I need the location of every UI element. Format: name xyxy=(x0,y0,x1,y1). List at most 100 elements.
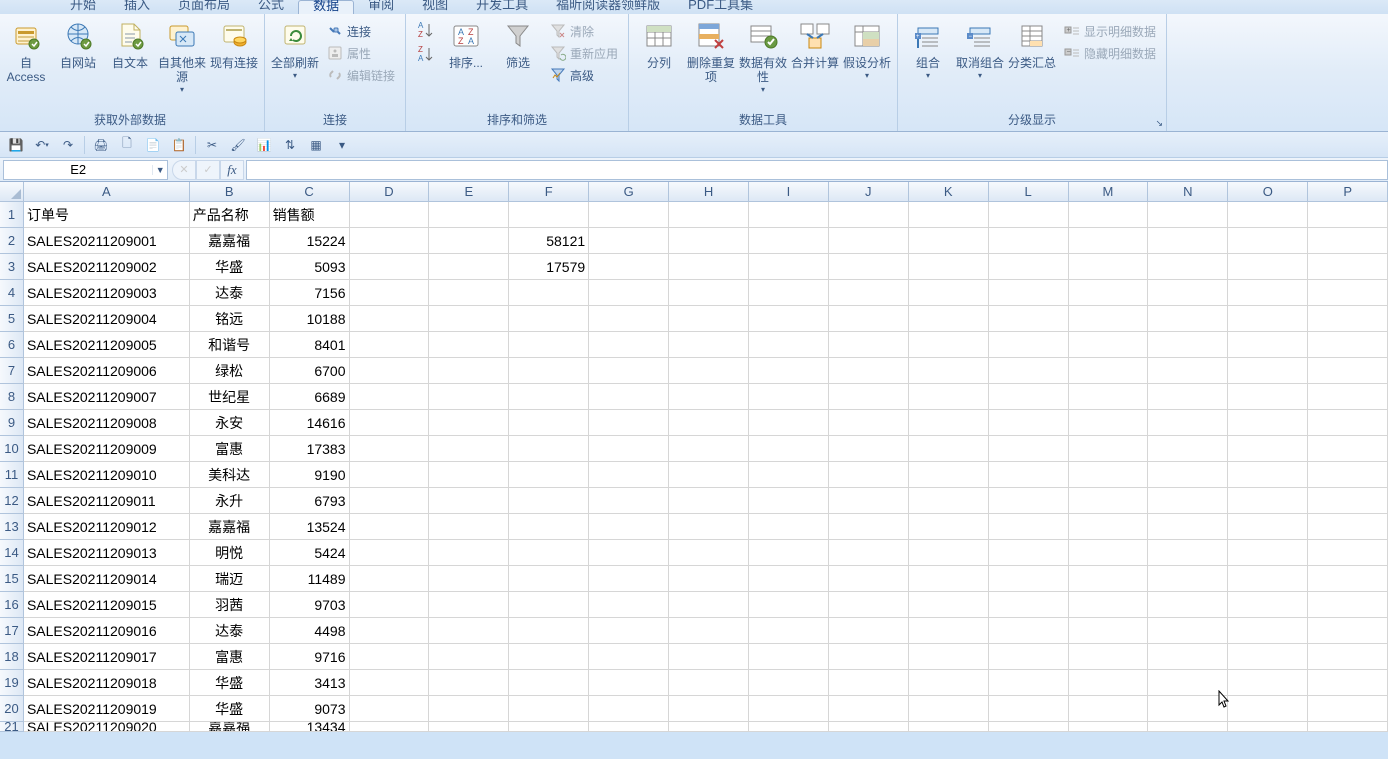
cell-I21[interactable] xyxy=(749,722,829,732)
cell-C9[interactable]: 14616 xyxy=(270,410,350,436)
cell-I16[interactable] xyxy=(749,592,829,618)
cell-E8[interactable] xyxy=(429,384,509,410)
cell-M13[interactable] xyxy=(1069,514,1149,540)
cell-K9[interactable] xyxy=(909,410,989,436)
cell-P6[interactable] xyxy=(1308,332,1388,358)
column-header-C[interactable]: C xyxy=(270,182,350,202)
row-header-5[interactable]: 5 xyxy=(0,306,24,332)
ungroup-button[interactable]: − 取消组合 ▾ xyxy=(954,16,1006,80)
tab-审阅[interactable]: 审阅 xyxy=(354,0,408,14)
consolidate-button[interactable]: 合并计算 xyxy=(789,16,841,70)
cell-K20[interactable] xyxy=(909,696,989,722)
cell-D13[interactable] xyxy=(350,514,430,540)
cell-F6[interactable] xyxy=(509,332,589,358)
cell-L17[interactable] xyxy=(989,618,1069,644)
cell-O3[interactable] xyxy=(1228,254,1308,280)
cell-B7[interactable]: 绿松 xyxy=(190,358,270,384)
cell-M15[interactable] xyxy=(1069,566,1149,592)
cell-F15[interactable] xyxy=(509,566,589,592)
clear-filter-button[interactable]: 清除 xyxy=(544,20,624,42)
cell-H18[interactable] xyxy=(669,644,749,670)
cell-N15[interactable] xyxy=(1148,566,1228,592)
cell-N6[interactable] xyxy=(1148,332,1228,358)
cell-K11[interactable] xyxy=(909,462,989,488)
cell-D9[interactable] xyxy=(350,410,430,436)
cell-J13[interactable] xyxy=(829,514,909,540)
row-header-15[interactable]: 15 xyxy=(0,566,24,592)
print-preview-icon[interactable]: 🖨 xyxy=(91,135,111,155)
cell-B12[interactable]: 永升 xyxy=(190,488,270,514)
cell-L18[interactable] xyxy=(989,644,1069,670)
cell-H3[interactable] xyxy=(669,254,749,280)
cell-J20[interactable] xyxy=(829,696,909,722)
cell-B20[interactable]: 华盛 xyxy=(190,696,270,722)
cell-M16[interactable] xyxy=(1069,592,1149,618)
cell-C10[interactable]: 17383 xyxy=(270,436,350,462)
cell-G4[interactable] xyxy=(589,280,669,306)
cell-C4[interactable]: 7156 xyxy=(270,280,350,306)
cell-L20[interactable] xyxy=(989,696,1069,722)
cell-H2[interactable] xyxy=(669,228,749,254)
cell-B10[interactable]: 富惠 xyxy=(190,436,270,462)
cell-O4[interactable] xyxy=(1228,280,1308,306)
cell-H16[interactable] xyxy=(669,592,749,618)
cell-P5[interactable] xyxy=(1308,306,1388,332)
cell-F9[interactable] xyxy=(509,410,589,436)
cell-K4[interactable] xyxy=(909,280,989,306)
properties-button[interactable]: 属性 xyxy=(321,42,401,64)
cell-D5[interactable] xyxy=(350,306,430,332)
cell-I7[interactable] xyxy=(749,358,829,384)
cell-O13[interactable] xyxy=(1228,514,1308,540)
cell-O18[interactable] xyxy=(1228,644,1308,670)
tab-PDF工具集[interactable]: PDF工具集 xyxy=(674,0,767,14)
from-other-sources-button[interactable]: 自其他来源 ▾ xyxy=(156,16,208,94)
cell-K13[interactable] xyxy=(909,514,989,540)
cell-F21[interactable] xyxy=(509,722,589,732)
cell-D7[interactable] xyxy=(350,358,430,384)
cell-D12[interactable] xyxy=(350,488,430,514)
filter-button[interactable]: 筛选 xyxy=(492,16,544,70)
cell-M12[interactable] xyxy=(1069,488,1149,514)
cell-I12[interactable] xyxy=(749,488,829,514)
cell-D19[interactable] xyxy=(350,670,430,696)
cell-O5[interactable] xyxy=(1228,306,1308,332)
cell-L8[interactable] xyxy=(989,384,1069,410)
cell-A13[interactable]: SALES20211209012 xyxy=(24,514,190,540)
column-header-J[interactable]: J xyxy=(829,182,909,202)
cell-I5[interactable] xyxy=(749,306,829,332)
cell-G7[interactable] xyxy=(589,358,669,384)
cell-C21[interactable]: 13434 xyxy=(270,722,350,732)
cell-D3[interactable] xyxy=(350,254,430,280)
row-header-13[interactable]: 13 xyxy=(0,514,24,540)
cell-B19[interactable]: 华盛 xyxy=(190,670,270,696)
cell-F10[interactable] xyxy=(509,436,589,462)
cell-M19[interactable] xyxy=(1069,670,1149,696)
row-header-2[interactable]: 2 xyxy=(0,228,24,254)
cell-P1[interactable] xyxy=(1308,202,1388,228)
table-icon[interactable]: ▦ xyxy=(306,135,326,155)
cell-G14[interactable] xyxy=(589,540,669,566)
cell-H5[interactable] xyxy=(669,306,749,332)
cell-I8[interactable] xyxy=(749,384,829,410)
cell-A18[interactable]: SALES20211209017 xyxy=(24,644,190,670)
cell-C19[interactable]: 3413 xyxy=(270,670,350,696)
sort-button[interactable]: AZZA 排序... xyxy=(440,16,492,70)
cell-J15[interactable] xyxy=(829,566,909,592)
cell-L3[interactable] xyxy=(989,254,1069,280)
cell-L11[interactable] xyxy=(989,462,1069,488)
cell-E7[interactable] xyxy=(429,358,509,384)
cell-C18[interactable]: 9716 xyxy=(270,644,350,670)
cell-K7[interactable] xyxy=(909,358,989,384)
cell-D10[interactable] xyxy=(350,436,430,462)
cell-O21[interactable] xyxy=(1228,722,1308,732)
cell-K14[interactable] xyxy=(909,540,989,566)
column-header-M[interactable]: M xyxy=(1069,182,1149,202)
whatif-button[interactable]: 假设分析 ▾ xyxy=(841,16,893,80)
cell-B16[interactable]: 羽茜 xyxy=(190,592,270,618)
sort-asc-button[interactable]: AZ ZA xyxy=(410,16,440,68)
cell-A17[interactable]: SALES20211209016 xyxy=(24,618,190,644)
cell-C3[interactable]: 5093 xyxy=(270,254,350,280)
cell-C16[interactable]: 9703 xyxy=(270,592,350,618)
cell-C5[interactable]: 10188 xyxy=(270,306,350,332)
cell-F20[interactable] xyxy=(509,696,589,722)
